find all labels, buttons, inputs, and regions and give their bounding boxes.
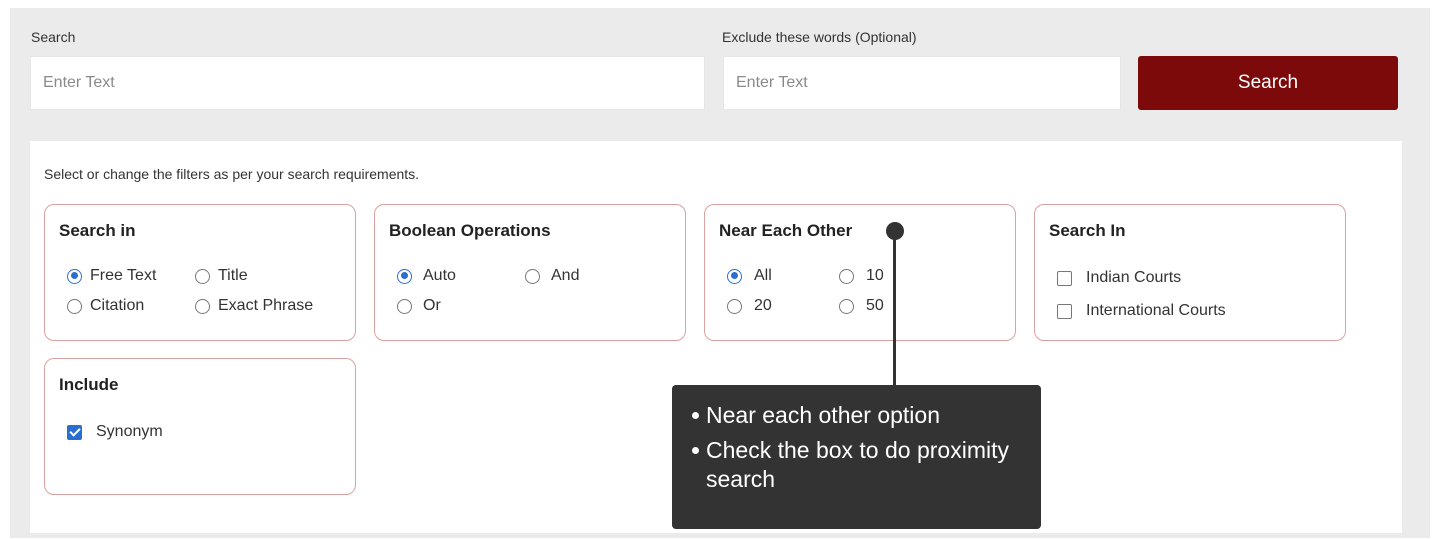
checkbox-synonym-control[interactable] <box>67 424 82 440</box>
tooltip-item: Near each other option <box>692 401 1025 430</box>
radio-or[interactable]: Or <box>397 297 441 315</box>
boolean-card: Boolean Operations Auto And Or <box>374 204 686 341</box>
radio-title[interactable]: Title <box>195 267 248 285</box>
radio-near-10[interactable]: 10 <box>839 267 884 285</box>
radio-citation-label: Citation <box>90 297 145 314</box>
radio-auto-control[interactable] <box>397 268 412 284</box>
bullet-icon <box>692 447 699 454</box>
radio-exact-phrase-control[interactable] <box>195 298 210 314</box>
radio-or-control[interactable] <box>397 298 412 314</box>
exclude-label: Exclude these words (Optional) <box>722 29 917 45</box>
tooltip-item: Check the box to do proximity search <box>692 436 1025 494</box>
bullet-icon <box>692 412 699 419</box>
checkbox-indian-courts[interactable]: Indian Courts <box>1057 269 1181 287</box>
radio-and[interactable]: And <box>525 267 579 285</box>
radio-title-label: Title <box>218 267 248 284</box>
tooltip-item-text: Near each other option <box>706 402 940 428</box>
help-tooltip: Near each other option Check the box to … <box>672 385 1041 529</box>
search-in-card: Search in Free Text Title Citation Exact… <box>44 204 356 341</box>
checkbox-international-courts-control[interactable] <box>1057 303 1072 319</box>
include-card: Include Synonym <box>44 358 356 495</box>
checkbox-synonym-label: Synonym <box>96 423 163 440</box>
radio-near-20-label: 20 <box>754 297 772 314</box>
radio-near-50-label: 50 <box>866 297 884 314</box>
boolean-title: Boolean Operations <box>389 221 551 240</box>
radio-and-label: And <box>551 267 580 284</box>
checkbox-indian-courts-control[interactable] <box>1057 270 1072 286</box>
radio-citation[interactable]: Citation <box>67 297 144 315</box>
checkbox-international-courts-label: International Courts <box>1086 302 1226 319</box>
radio-exact-phrase-label: Exact Phrase <box>218 297 314 314</box>
checkbox-international-courts[interactable]: International Courts <box>1057 302 1226 320</box>
tooltip-item-text: Check the box to do proximity search <box>706 437 1009 492</box>
radio-near-10-control[interactable] <box>839 268 854 284</box>
radio-near-50-control[interactable] <box>839 298 854 314</box>
radio-free-text-control[interactable] <box>67 268 82 284</box>
radio-near-20[interactable]: 20 <box>727 297 772 315</box>
radio-near-50[interactable]: 50 <box>839 297 884 315</box>
radio-title-control[interactable] <box>195 268 210 284</box>
radio-exact-phrase[interactable]: Exact Phrase <box>195 297 313 315</box>
radio-free-text[interactable]: Free Text <box>67 267 156 285</box>
checkbox-indian-courts-label: Indian Courts <box>1086 269 1182 286</box>
exclude-input[interactable] <box>723 56 1121 110</box>
near-each-other-card: Near Each Other All 10 20 50 <box>704 204 1016 341</box>
radio-and-control[interactable] <box>525 268 540 284</box>
checkbox-synonym[interactable]: Synonym <box>67 423 163 441</box>
include-title: Include <box>59 375 119 394</box>
search-button[interactable]: Search <box>1138 56 1398 110</box>
radio-near-all-label: All <box>754 267 772 284</box>
search-input[interactable] <box>30 56 705 110</box>
filter-hint: Select or change the filters as per your… <box>44 166 420 182</box>
radio-near-20-control[interactable] <box>727 298 742 314</box>
radio-or-label: Or <box>423 297 441 314</box>
radio-auto[interactable]: Auto <box>397 267 456 285</box>
radio-free-text-label: Free Text <box>90 267 157 284</box>
courts-title: Search In <box>1049 221 1126 240</box>
courts-card: Search In Indian Courts International Co… <box>1034 204 1346 341</box>
radio-near-10-label: 10 <box>866 267 884 284</box>
near-each-other-title: Near Each Other <box>719 221 853 240</box>
search-in-title: Search in <box>59 221 136 240</box>
radio-near-all[interactable]: All <box>727 267 772 285</box>
radio-near-all-control[interactable] <box>727 268 742 284</box>
callout-pointer-line <box>893 238 896 388</box>
radio-auto-label: Auto <box>423 267 456 284</box>
search-label: Search <box>31 29 76 45</box>
radio-citation-control[interactable] <box>67 298 82 314</box>
